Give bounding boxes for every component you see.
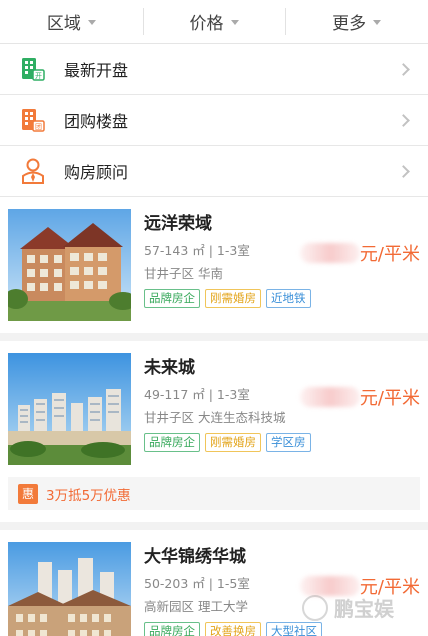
listing-tags: 品牌房企 刚需婚房 学区房	[144, 433, 428, 452]
consultant-icon	[20, 157, 46, 185]
listing-card[interactable]: 远洋荣域 57-143 ㎡ | 1-3室 甘井子区 华南 品牌房企 刚需婚房 近…	[0, 197, 428, 321]
svg-text:团: 团	[35, 123, 42, 131]
price-unit: 元/平米	[359, 244, 420, 265]
blurred-price-value	[299, 387, 360, 407]
svg-text:开: 开	[35, 72, 42, 80]
price-unit: 元/平米	[359, 388, 420, 409]
tag-upgrade: 改善换房	[205, 622, 261, 636]
menu-item-consultant-label: 购房顾问	[64, 163, 129, 182]
tag-metro: 近地铁	[266, 289, 311, 308]
building-new-icon: 开	[20, 55, 46, 83]
discount-badge-icon: 惠	[18, 483, 38, 504]
watermark-logo-icon	[302, 594, 328, 621]
listing-photo	[8, 209, 131, 321]
menu-item-group-buy-label: 团购楼盘	[64, 112, 129, 131]
tag-brand: 品牌房企	[144, 433, 200, 452]
listing-title: 未来城	[144, 358, 195, 378]
listing-info: 远洋荣域 57-143 ㎡ | 1-3室 甘井子区 华南 品牌房企 刚需婚房 近…	[144, 209, 428, 321]
divider	[0, 522, 428, 530]
menu-item-new-openings-label: 最新开盘	[64, 61, 129, 80]
filter-bar: 区域 价格 更多	[0, 0, 428, 44]
promo-text: 3万抵5万优惠	[46, 487, 131, 504]
listing-address: 甘井子区 华南	[144, 266, 223, 281]
listing-title: 远洋荣域	[144, 214, 212, 234]
promo-banner[interactable]: 惠 3万抵5万优惠	[8, 477, 420, 510]
listing-title: 大华锦绣华城	[144, 547, 246, 567]
caret-down-icon	[87, 20, 96, 25]
filter-price[interactable]: 价格	[142, 0, 286, 43]
filter-price-label: 价格	[189, 14, 224, 34]
chevron-right-icon	[397, 62, 410, 76]
listing-photo	[8, 542, 131, 636]
tag-school-district: 学区房	[266, 433, 311, 452]
filter-more[interactable]: 更多	[285, 0, 428, 43]
watermark-text: 鹏宝娱	[334, 597, 394, 621]
listing-tags: 品牌房企 改善换房 大型社区	[144, 622, 428, 636]
tag-brand: 品牌房企	[144, 622, 200, 636]
tag-wedding: 刚需婚房	[205, 433, 261, 452]
listing-card[interactable]: 未来城 49-117 ㎡ | 1-3室 甘井子区 大连生态科技城 品牌房企 刚需…	[0, 341, 428, 465]
menu-item-group-buy[interactable]: 团 团购楼盘	[0, 95, 428, 146]
listing-address: 甘井子区 大连生态科技城	[144, 410, 286, 425]
chevron-right-icon	[397, 113, 410, 127]
listing-price: 元/平米	[299, 240, 420, 266]
menu-item-consultant[interactable]: 购房顾问	[0, 146, 428, 197]
listing-price: 元/平米	[299, 384, 420, 410]
listing-tags: 品牌房企 刚需婚房 近地铁	[144, 289, 428, 308]
filter-region-label: 区域	[46, 14, 81, 34]
divider	[0, 333, 428, 341]
building-group-icon: 团	[20, 106, 46, 134]
tag-brand: 品牌房企	[144, 289, 200, 308]
chevron-right-icon	[397, 164, 410, 178]
caret-down-icon	[373, 20, 382, 25]
tag-wedding: 刚需婚房	[205, 289, 261, 308]
watermark: 鹏宝娱	[302, 593, 394, 622]
caret-down-icon	[230, 20, 239, 25]
blurred-price-value	[299, 243, 360, 263]
listing-photo	[8, 353, 131, 465]
tag-large-community: 大型社区	[266, 622, 322, 636]
menu-item-new-openings[interactable]: 开 最新开盘	[0, 44, 428, 95]
listing-info: 未来城 49-117 ㎡ | 1-3室 甘井子区 大连生态科技城 品牌房企 刚需…	[144, 353, 428, 465]
filter-more-label: 更多	[332, 14, 367, 34]
filter-region[interactable]: 区域	[0, 0, 143, 43]
